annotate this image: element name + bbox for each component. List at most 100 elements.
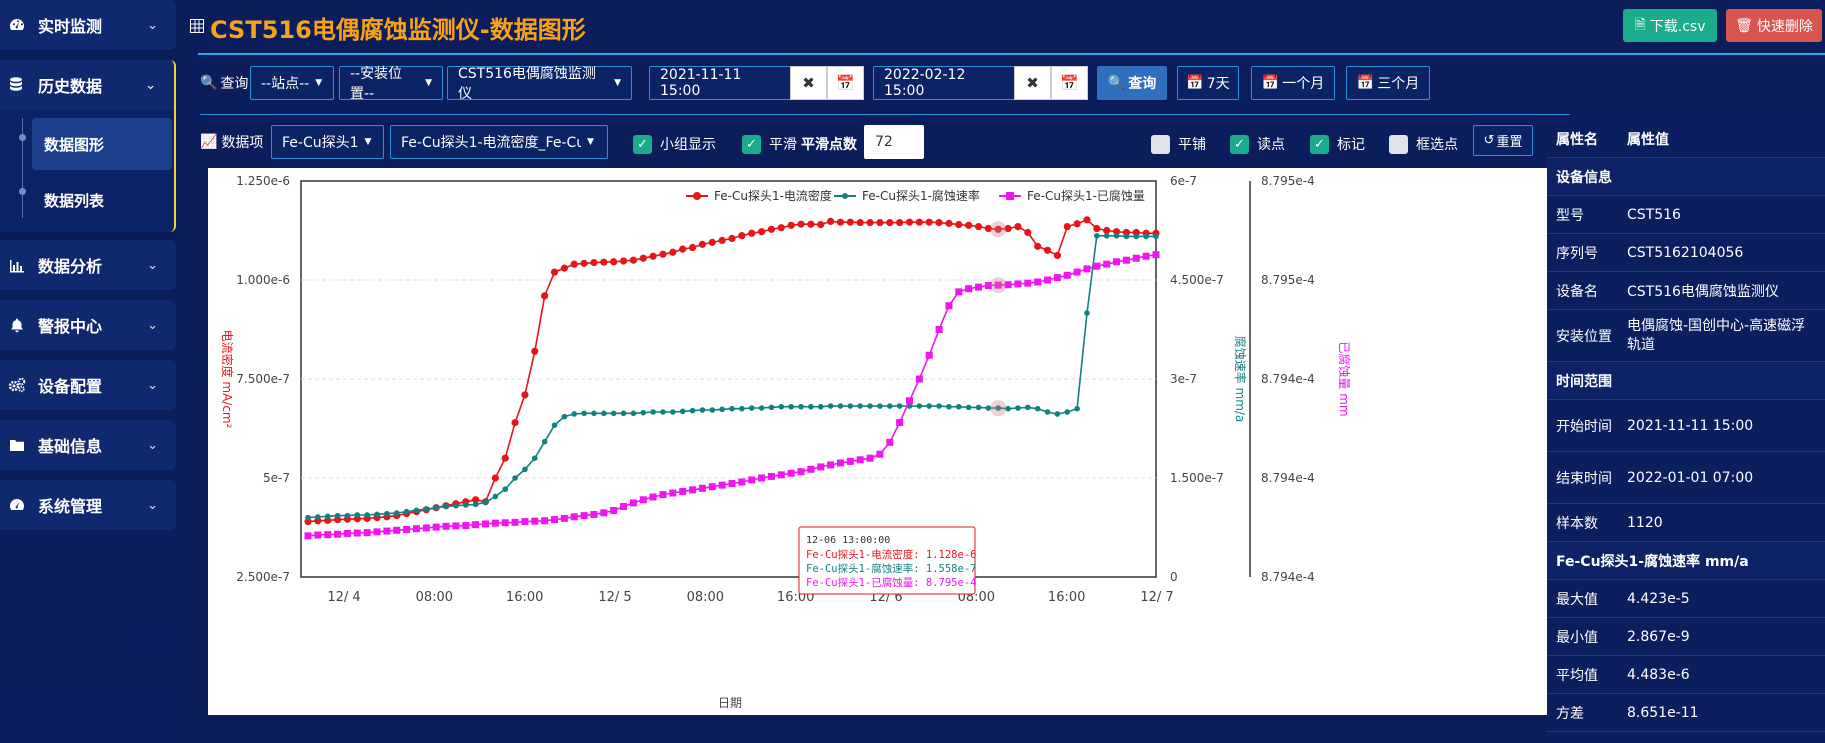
reset-button[interactable]: ↺ 重置 bbox=[1473, 125, 1533, 156]
data-point bbox=[481, 520, 489, 528]
data-point bbox=[1153, 233, 1159, 240]
section-title: 时间范围 bbox=[1556, 373, 1612, 390]
start-calendar-button[interactable]: 📅 bbox=[827, 66, 864, 100]
data-point bbox=[581, 410, 587, 417]
device-select[interactable]: CST516电偶腐蚀监测仪 ▼ bbox=[447, 66, 632, 102]
clear-end-button[interactable]: ✖ bbox=[1014, 66, 1051, 100]
properties-panel: 属性名 属性值 设备信息 型号 CST516 序列号 CST5162104056 设备名 CST… bbox=[1547, 120, 1825, 743]
smooth-label: 平滑 bbox=[769, 137, 797, 153]
data-point bbox=[670, 409, 676, 415]
data-point bbox=[1024, 228, 1032, 237]
smooth-checkbox[interactable]: ✓ 平滑 bbox=[742, 134, 797, 154]
data-point bbox=[728, 480, 736, 488]
line-chart[interactable]: 2.500e-7 5e-7 7.500e-7 1.000e-6 1.250e-6 0 1.5… bbox=[208, 168, 1560, 715]
data-point bbox=[719, 406, 725, 413]
station-select[interactable]: --站点-- ▼ bbox=[250, 66, 334, 100]
metric-select[interactable]: Fe-Cu探头1-电流密度_Fe-Cu ▼ bbox=[390, 125, 608, 159]
data-point bbox=[334, 512, 341, 519]
y-right-tick-label: 8.794e-4 bbox=[1261, 372, 1315, 386]
chevron-down-icon: ⌄ bbox=[147, 497, 158, 513]
prop-value: CST516电偶腐蚀监测仪 bbox=[1627, 283, 1779, 300]
mark-checkbox[interactable]: ✓ 标记 bbox=[1310, 134, 1365, 154]
data-point bbox=[1093, 262, 1101, 270]
data-point bbox=[787, 469, 795, 477]
props-row: 序列号 CST5162104056 bbox=[1547, 234, 1825, 272]
legend-marker bbox=[1006, 192, 1014, 200]
data-point bbox=[955, 288, 963, 296]
read-point-checkbox[interactable]: ✓ 读点 bbox=[1230, 134, 1285, 154]
y-left-tick-label: 2.500e-7 bbox=[236, 570, 290, 584]
tile-checkbox[interactable]: 平铺 bbox=[1151, 134, 1206, 154]
legend-label: Fe-Cu探头1-腐蚀速率 bbox=[862, 188, 980, 203]
end-calendar-button[interactable]: 📅 bbox=[1051, 66, 1088, 100]
probe-select[interactable]: Fe-Cu探头1 ▼ bbox=[271, 125, 384, 159]
start-time-input[interactable]: 2021-11-11 15:00 bbox=[649, 66, 793, 100]
data-point bbox=[393, 510, 400, 516]
sidebar-item-label: 警报中心 bbox=[38, 317, 103, 336]
trash-icon: 🗑 bbox=[1735, 17, 1753, 34]
data-point bbox=[748, 476, 756, 484]
y-left-tick-label: 1.250e-6 bbox=[236, 174, 290, 188]
sidebar-item-analysis[interactable]: 数据分析 ⌄ bbox=[0, 240, 176, 290]
data-point bbox=[935, 218, 943, 227]
y-right-tick-label: 8.794e-4 bbox=[1261, 471, 1315, 485]
sidebar-item-basic[interactable]: 基础信息 ⌄ bbox=[0, 420, 176, 470]
chart-container[interactable]: 2.500e-7 5e-7 7.500e-7 1.000e-6 1.250e-6 0 1.5… bbox=[208, 168, 1560, 715]
sidebar-item-system[interactable]: 系统管理 ⌄ bbox=[0, 480, 176, 530]
download-label: 下载.csv bbox=[1649, 18, 1706, 35]
data-point bbox=[1083, 216, 1091, 224]
data-point bbox=[748, 405, 755, 411]
data-point bbox=[699, 407, 706, 413]
data-point bbox=[965, 221, 973, 229]
data-point bbox=[867, 403, 873, 409]
data-point bbox=[590, 510, 598, 518]
data-point bbox=[512, 475, 518, 481]
sidebar-item-history[interactable]: 历史数据 ⌄ bbox=[0, 60, 174, 110]
range-1m-button[interactable]: 📅 一个月 bbox=[1251, 66, 1335, 100]
smooth-points-label: 平滑点数 bbox=[801, 137, 857, 153]
end-time-input[interactable]: 2022-02-12 15:00 bbox=[873, 66, 1017, 100]
data-point bbox=[343, 529, 351, 537]
box-select-checkbox[interactable]: 框选点 bbox=[1389, 134, 1458, 154]
data-point bbox=[955, 403, 962, 410]
sidebar-subitem-chart[interactable]: 数据图形 bbox=[32, 118, 172, 170]
range-3m-button[interactable]: 📅 三个月 bbox=[1346, 66, 1430, 100]
data-point bbox=[501, 454, 509, 462]
tooltip-line: Fe-Cu探头1-腐蚀速率: 1.558e-7 bbox=[806, 562, 976, 575]
x-tick-label: 16:00 bbox=[506, 590, 543, 605]
location-select[interactable]: --安装位置-- ▼ bbox=[339, 66, 443, 102]
group-display-checkbox[interactable]: ✓ 小组显示 bbox=[633, 134, 716, 154]
range-7d-button[interactable]: 📅 7天 bbox=[1177, 66, 1239, 100]
data-point bbox=[610, 258, 618, 266]
data-point bbox=[817, 403, 824, 410]
data-point bbox=[798, 403, 804, 410]
props-header: 属性名 属性值 bbox=[1547, 120, 1825, 158]
data-point bbox=[965, 285, 973, 293]
group-display-label: 小组显示 bbox=[660, 137, 716, 153]
sidebar-item-config[interactable]: 设备配置 ⌄ bbox=[0, 360, 176, 410]
tree-dot bbox=[19, 134, 26, 141]
search-button[interactable]: 🔍 查询 bbox=[1097, 66, 1167, 100]
quick-delete-button[interactable]: 🗑 快速删除 bbox=[1726, 9, 1822, 42]
smooth-points-input[interactable]: 72 bbox=[864, 125, 924, 159]
chevron-down-icon: ⌄ bbox=[147, 257, 158, 273]
tooltip-line: Fe-Cu探头1-电流密度: 1.128e-6 bbox=[806, 548, 976, 561]
legend-label: Fe-Cu探头1-已腐蚀量 bbox=[1027, 188, 1145, 203]
data-point bbox=[807, 465, 815, 473]
data-point bbox=[708, 238, 716, 246]
reset-label: 重置 bbox=[1496, 135, 1523, 150]
sidebar-item-alarm[interactable]: 警报中心 ⌄ bbox=[0, 300, 176, 350]
data-point bbox=[501, 519, 509, 527]
sidebar-item-realtime[interactable]: 实时监测 ⌄ bbox=[0, 0, 176, 50]
prop-value: 4.423e-5 bbox=[1627, 590, 1690, 607]
data-point bbox=[739, 405, 745, 412]
data-point bbox=[1074, 405, 1080, 412]
download-csv-button[interactable]: 🗎 下载.csv bbox=[1623, 9, 1717, 42]
query-label: 🔍 查询 bbox=[200, 66, 248, 100]
data-point bbox=[768, 404, 775, 411]
data-point bbox=[1014, 280, 1022, 288]
sidebar-subitem-list[interactable]: 数据列表 bbox=[32, 174, 172, 226]
section-title: Fe-Cu探头1-腐蚀速率 mm/a bbox=[1556, 553, 1749, 570]
data-point bbox=[1014, 222, 1022, 231]
clear-start-button[interactable]: ✖ bbox=[790, 66, 827, 100]
